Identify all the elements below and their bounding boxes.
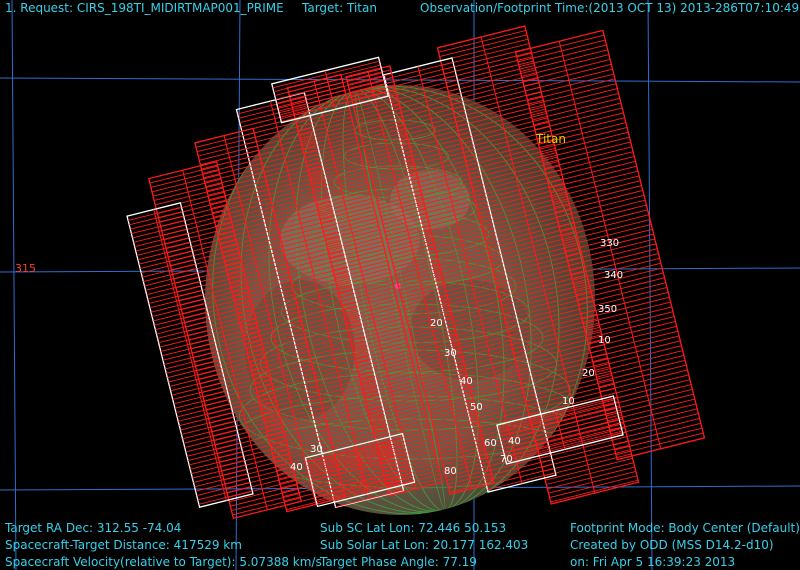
sub-solar-lat-lon: Sub Solar Lat Lon: 20.177 162.403 <box>320 538 529 552</box>
footprint-mode: Footprint Mode: Body Center (Default) <box>570 521 800 535</box>
grid-number-label: 10 <box>562 396 575 407</box>
grid-number-label: 70 <box>500 454 513 465</box>
grid-number-label: 40 <box>290 462 303 473</box>
longitude-label: 315 <box>15 262 36 275</box>
target-label: Target: Titan <box>302 1 377 15</box>
spacecraft-target-distance: Spacecraft-Target Distance: 417529 km <box>5 538 242 552</box>
grid-number-label: 30 <box>444 348 457 359</box>
created-on: on: Fri Apr 5 16:39:23 2013 <box>570 555 736 569</box>
footprint-plot: 330 340 350 10 20 10 20 30 40 50 6070 80 30 40 40 <box>0 0 800 570</box>
grid-number-label: 10 <box>598 335 611 346</box>
created-by: Created by ODD (MSS D14.2-d10) <box>570 538 774 552</box>
target-ra-dec: Target RA Dec: 312.55 -74.04 <box>5 521 182 535</box>
target-name-label: Titan <box>536 132 566 146</box>
grid-number-label: 40 <box>508 436 521 447</box>
grid-number-label: 20 <box>582 368 595 379</box>
grid-number-label: 30 <box>310 444 323 455</box>
footer-left: Target RA Dec: 312.55 -74.04 Spacecraft-… <box>5 520 322 570</box>
sky-grid-line <box>11 0 17 570</box>
footer-middle: Sub SC Lat Lon: 72.446 50.153 Sub Solar … <box>320 520 528 570</box>
grid-number-label: 80 <box>444 466 457 477</box>
grid-number-label: 40 <box>460 376 473 387</box>
grid-number-label: 350 <box>598 304 617 315</box>
grid-number-label: 50 <box>470 402 483 413</box>
grid-number-label: 330 <box>600 238 619 249</box>
footprint-viewer: 330 340 350 10 20 10 20 30 40 50 60 70 80 30 40 40 Tita… <box>0 0 800 570</box>
grid-number-label: 20 <box>430 318 443 329</box>
observation-time-label: Observation/Footprint Time:(2013 OCT 13)… <box>420 1 800 15</box>
sky-grid-line <box>647 0 653 570</box>
grid-number-label: 60 <box>484 438 497 449</box>
spacecraft-velocity: Spacecraft Velocity(relative to Target):… <box>5 555 322 569</box>
sub-sc-lat-lon: Sub SC Lat Lon: 72.446 50.153 <box>320 521 507 535</box>
request-label: 1. Request: CIRS_198TI_MIDIRTMAP001_PRIM… <box>5 1 284 15</box>
grid-number-label: 340 <box>604 270 623 281</box>
footer-right: Footprint Mode: Body Center (Default) Cr… <box>570 520 800 570</box>
target-phase-angle: Target Phase Angle: 77.19 <box>320 555 477 569</box>
